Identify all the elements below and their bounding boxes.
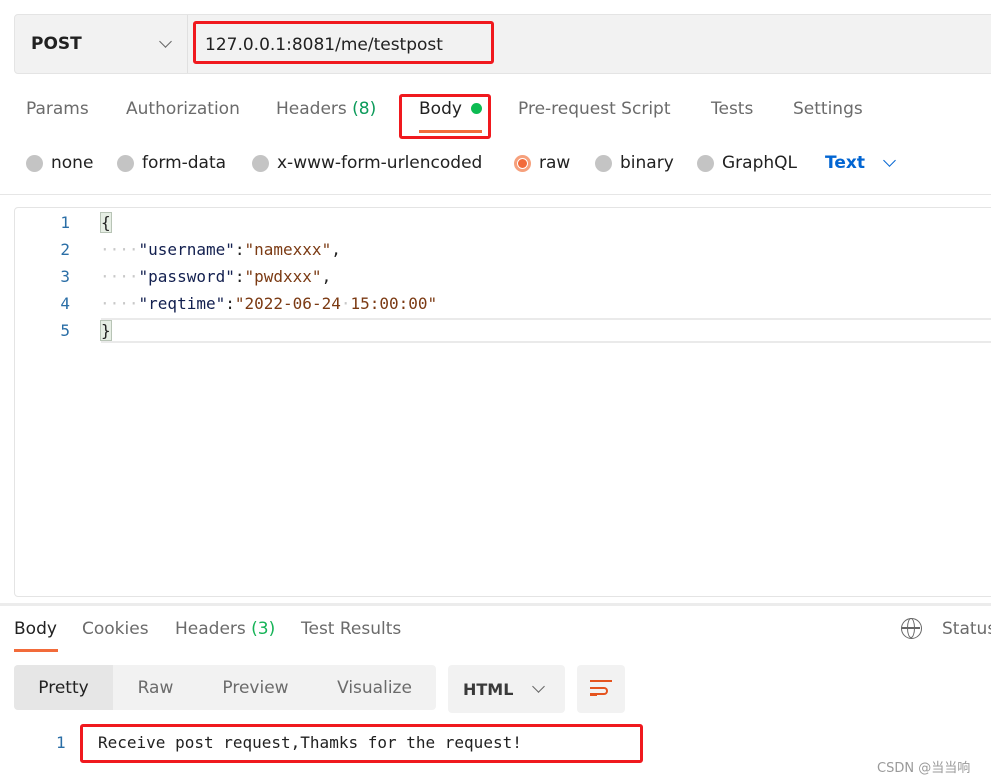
raw-format-select[interactable]: Text (825, 153, 896, 173)
divider (0, 194, 991, 195)
wrap-icon (590, 680, 612, 698)
radio-icon (252, 154, 269, 172)
radio-selected-icon (514, 154, 531, 172)
response-tab-cookies[interactable]: Cookies (82, 619, 149, 639)
brace: } (100, 320, 112, 341)
tab-authorization[interactable]: Authorization (126, 99, 240, 119)
radio-icon (595, 154, 612, 172)
view-pretty[interactable]: Pretty (14, 665, 113, 710)
url-highlight (193, 21, 494, 64)
radio-label: GraphQL (722, 153, 797, 173)
response-tab-headers[interactable]: Headers (3) (175, 619, 275, 639)
line-number: 5 (60, 321, 70, 340)
radio-none[interactable]: none (26, 153, 93, 173)
radio-raw[interactable]: raw (514, 153, 570, 173)
chevron-down-icon (883, 153, 896, 167)
radio-label: raw (539, 153, 571, 173)
active-line-highlight (101, 318, 991, 343)
watermark: CSDN @当当响 (877, 761, 971, 776)
tab-headers-label: Headers (276, 99, 347, 119)
radio-label: form-data (142, 153, 227, 173)
active-tab-underline (14, 649, 58, 652)
response-format-select[interactable]: HTML (448, 665, 565, 713)
radio-icon (117, 154, 134, 172)
body-editor[interactable] (14, 207, 991, 597)
view-preview[interactable]: Preview (198, 665, 313, 710)
tab-settings[interactable]: Settings (793, 99, 863, 119)
pane-divider[interactable] (0, 603, 991, 606)
radio-label: none (51, 153, 94, 173)
url-bar: POST 127.0.0.1:8081/me/testpost (14, 14, 991, 74)
radio-form-data[interactable]: form-data (117, 153, 226, 173)
body-tab-highlight (399, 94, 491, 139)
headers-count: (3) (251, 619, 276, 639)
line-number: 1 (60, 213, 70, 232)
json-key: "username" (138, 240, 235, 259)
radio-urlencoded[interactable]: x-www-form-urlencoded (252, 153, 482, 173)
radio-label: x-www-form-urlencoded (277, 153, 483, 173)
view-mode-toggle: Pretty Raw Preview Visualize (14, 665, 436, 710)
response-tab-body[interactable]: Body (14, 619, 57, 639)
status-label: Status (942, 619, 991, 639)
tab-headers[interactable]: Headers (8) (276, 99, 376, 119)
headers-count: (8) (352, 99, 377, 119)
radio-graphql[interactable]: GraphQL (697, 153, 797, 173)
code-line: } (100, 320, 112, 341)
radio-icon (26, 154, 43, 172)
response-tab-test-results[interactable]: Test Results (301, 619, 401, 639)
response-highlight (80, 724, 643, 763)
json-key: "password" (138, 267, 235, 286)
radio-icon (697, 154, 714, 172)
json-key: "reqtime" (138, 294, 226, 313)
line-number: 2 (60, 240, 70, 259)
wrap-lines-button[interactable] (577, 665, 625, 713)
method-label: POST (31, 34, 82, 54)
code-line: ····"reqtime":"2022-06-24·15:00:00" (100, 294, 438, 313)
radio-binary[interactable]: binary (595, 153, 674, 173)
json-value: "namexxx" (244, 240, 332, 259)
tab-prerequest-script[interactable]: Pre-request Script (518, 99, 671, 119)
json-value: "pwdxxx" (244, 267, 322, 286)
code-line: ····"password":"pwdxxx", (100, 267, 332, 286)
format-label: HTML (463, 679, 514, 699)
globe-icon[interactable] (901, 618, 922, 639)
code-line: ····"username":"namexxx", (100, 240, 341, 259)
chevron-down-icon (532, 680, 545, 693)
tab-label: Headers (175, 619, 246, 639)
view-raw[interactable]: Raw (113, 665, 198, 710)
method-select[interactable]: POST (15, 15, 188, 73)
raw-format-label: Text (825, 153, 865, 173)
chevron-down-icon (159, 35, 172, 48)
json-value: "2022-06-24 (234, 294, 341, 313)
code-line: { (100, 212, 112, 233)
tab-tests[interactable]: Tests (711, 99, 753, 119)
radio-label: binary (620, 153, 674, 173)
line-number: 1 (56, 733, 66, 752)
brace: { (100, 212, 112, 233)
line-number: 4 (60, 294, 70, 313)
line-number: 3 (60, 267, 70, 286)
json-value: 15:00:00" (350, 294, 438, 313)
tab-params[interactable]: Params (26, 99, 89, 119)
view-visualize[interactable]: Visualize (313, 665, 436, 710)
